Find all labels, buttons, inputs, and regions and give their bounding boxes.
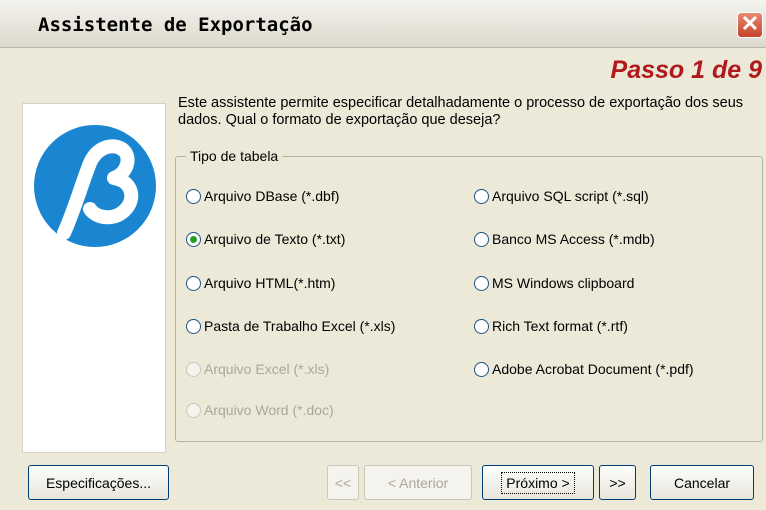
option-label: Arquivo Word (*.doc) — [204, 402, 334, 418]
next-button[interactable]: Próximo > — [482, 465, 594, 500]
radio-excel-workbook[interactable] — [186, 318, 201, 334]
option-excel-file: Arquivo Excel (*.xls) — [186, 361, 329, 377]
option-label: Adobe Acrobat Document (*.pdf) — [492, 361, 694, 377]
radio-html[interactable] — [186, 275, 201, 291]
radio-excel-file — [186, 361, 201, 377]
radio-rtf[interactable] — [474, 318, 489, 334]
radio-dbase[interactable] — [186, 188, 201, 204]
close-button[interactable]: ✕ — [737, 12, 763, 38]
beta-logo-icon — [57, 139, 139, 240]
option-access[interactable]: Banco MS Access (*.mdb) — [474, 231, 655, 247]
previous-button[interactable]: < Anterior — [364, 465, 472, 500]
option-pdf[interactable]: Adobe Acrobat Document (*.pdf) — [474, 361, 694, 377]
radio-sql[interactable] — [474, 188, 489, 204]
option-html[interactable]: Arquivo HTML(*.htm) — [186, 275, 335, 291]
option-label: Arquivo HTML(*.htm) — [204, 275, 336, 291]
cancel-button[interactable]: Cancelar — [650, 465, 754, 500]
option-word: Arquivo Word (*.doc) — [186, 402, 334, 418]
option-excel-workbook[interactable]: Pasta de Trabalho Excel (*.xls) — [186, 318, 395, 334]
option-dbase[interactable]: Arquivo DBase (*.dbf) — [186, 188, 339, 204]
radio-access[interactable] — [474, 231, 489, 247]
option-label: Banco MS Access (*.mdb) — [492, 231, 655, 247]
option-clipboard[interactable]: MS Windows clipboard — [474, 275, 634, 291]
logo — [34, 125, 156, 247]
description-text: Este assistente permite especificar deta… — [178, 95, 744, 128]
next-button-label: Próximo > — [501, 471, 575, 494]
option-sql[interactable]: Arquivo SQL script (*.sql) — [474, 188, 649, 204]
radio-pdf[interactable] — [474, 361, 489, 377]
option-label: Rich Text format (*.rtf) — [492, 318, 628, 334]
window-title: Assistente de Exportação — [38, 14, 313, 36]
first-step-button[interactable]: << — [327, 465, 359, 500]
close-icon: ✕ — [740, 12, 760, 36]
last-step-button[interactable]: >> — [599, 465, 636, 500]
specifications-button[interactable]: Especificações... — [28, 465, 169, 500]
title-bar: Assistente de Exportação ✕ — [0, 0, 766, 48]
option-label: Arquivo DBase (*.dbf) — [204, 188, 340, 204]
option-label: Arquivo SQL script (*.sql) — [492, 188, 649, 204]
option-label: Arquivo de Texto (*.txt) — [204, 231, 346, 247]
radio-word — [186, 402, 201, 418]
option-rtf[interactable]: Rich Text format (*.rtf) — [474, 318, 628, 334]
radio-clipboard[interactable] — [474, 275, 489, 291]
option-label: Arquivo Excel (*.xls) — [204, 361, 330, 377]
group-legend: Tipo de tabela — [186, 148, 283, 164]
option-text[interactable]: Arquivo de Texto (*.txt) — [186, 231, 345, 247]
option-label: MS Windows clipboard — [492, 275, 635, 291]
option-label: Pasta de Trabalho Excel (*.xls) — [204, 318, 396, 334]
radio-text[interactable] — [186, 231, 201, 247]
logo-panel — [22, 103, 166, 453]
step-indicator: Passo 1 de 9 — [610, 56, 762, 84]
